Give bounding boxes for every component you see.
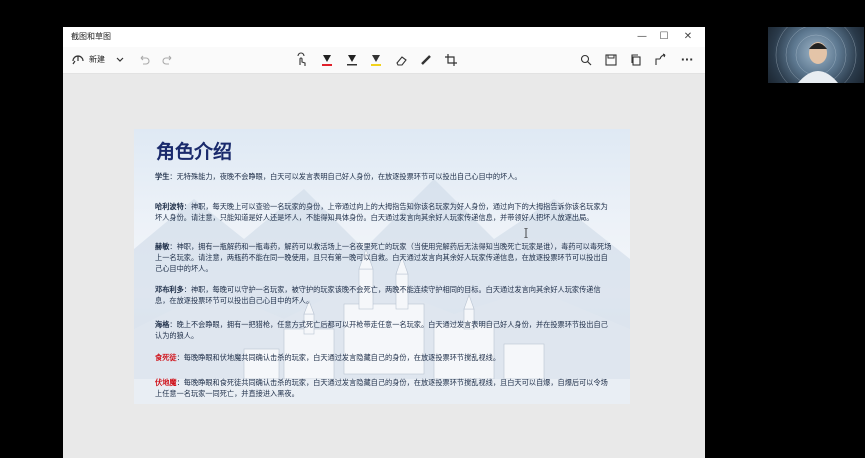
touch-writing-icon[interactable] <box>295 52 309 68</box>
role-description: ：晚上不会睁眼，拥有一把猎枪，任意方式死亡后都可以开枪带走任意一名玩家。白天通过… <box>155 320 608 340</box>
role-name: 食死徒 <box>155 353 177 362</box>
new-button[interactable]: 新建 <box>88 52 106 68</box>
undo-icon[interactable] <box>138 52 150 68</box>
ballpoint-pen-icon[interactable] <box>320 52 334 68</box>
role-death-eater: 食死徒：每晚睁眼和伏地魔共同确认击杀的玩家，白天通过发言隐藏自己的身份，在放逐投… <box>155 352 613 363</box>
role-harry-potter: 哈利波特：神职，每天晚上可以查验一名玩家的身份，上帝通过向上的大拇指告知你该名玩… <box>155 201 613 223</box>
title-bar: 截图和草图 — ☐ ✕ <box>63 27 705 47</box>
webcam-overlay <box>768 27 864 83</box>
role-hagrid: 海格：晚上不会睁眼，拥有一把猎枪，任意方式死亡后都可以开枪带走任意一名玩家。白天… <box>155 319 613 341</box>
role-voldemort: 伏地魔：每晚睁眼和食死徒共同确认击杀的玩家，白天通过发言隐藏自己的身份，在放逐投… <box>155 377 613 399</box>
pencil-icon[interactable] <box>345 52 359 68</box>
window-title: 截图和草图 <box>71 32 111 41</box>
role-name: 赫敏 <box>155 242 170 251</box>
more-icon[interactable]: ··· <box>679 52 695 68</box>
ruler-icon[interactable] <box>419 52 433 68</box>
role-description: ：每晚睁眼和伏地魔共同确认击杀的玩家，白天通过发言隐藏自己的身份，在放逐投票环节… <box>176 353 501 362</box>
zoom-icon[interactable] <box>579 52 593 68</box>
toolbar: 新建 ··· <box>63 47 705 74</box>
role-name: 哈利波特 <box>155 202 184 211</box>
new-snip-icon[interactable] <box>71 52 85 68</box>
role-name: 学生 <box>155 172 170 181</box>
image-canvas[interactable]: 角色介绍 学生：无特殊能力，夜晚不会睁眼，白天可以发言表明自己好人身份，在放逐投… <box>63 74 705 458</box>
crop-icon[interactable] <box>444 52 458 68</box>
snip-and-sketch-window: 截图和草图 — ☐ ✕ 新建 ··· 角色介绍 学生：无特殊能力，夜晚不会睁眼，… <box>63 27 705 458</box>
role-student: 学生：无特殊能力，夜晚不会睁眼，白天可以发言表明自己好人身份，在放逐投票环节可以… <box>155 171 613 182</box>
presenter-video <box>775 27 857 83</box>
slide-title: 角色介绍 <box>156 141 233 163</box>
role-description: ：神职，每天晚上可以查验一名玩家的身份，上帝通过向上的大拇指告知你该名玩家为好人… <box>155 202 608 222</box>
role-description: ：神职，拥有一瓶解药和一瓶毒药，解药可以救活场上一名夜里死亡的玩家（当使用完解药… <box>155 242 612 273</box>
role-description: ：神职，每晚可以守护一名玩家，被守护的玩家该晚不会死亡，两晚不能连续守护相同的目… <box>155 285 601 305</box>
close-button[interactable]: ✕ <box>679 30 697 44</box>
slide-image: 角色介绍 学生：无特殊能力，夜晚不会睁眼，白天可以发言表明自己好人身份，在放逐投… <box>134 129 630 404</box>
redo-icon[interactable] <box>162 52 174 68</box>
role-hermione: 赫敏：神职，拥有一瓶解药和一瓶毒药，解药可以救活场上一名夜里死亡的玩家（当使用完… <box>155 241 613 274</box>
role-description: ：无特殊能力，夜晚不会睁眼，白天可以发言表明自己好人身份，在放逐投票环节可以投出… <box>169 172 522 181</box>
copy-icon[interactable] <box>629 52 643 68</box>
role-name: 海格 <box>155 320 170 329</box>
chevron-down-icon[interactable] <box>115 52 125 68</box>
role-name: 邓布利多 <box>155 285 184 294</box>
save-icon[interactable] <box>604 52 618 68</box>
maximize-button[interactable]: ☐ <box>655 30 673 44</box>
role-description: ：每晚睁眼和食死徒共同确认击杀的玩家，白天通过发言隐藏自己的身份，在放逐投票环节… <box>155 378 608 398</box>
eraser-icon[interactable] <box>394 52 408 68</box>
highlighter-icon[interactable] <box>369 52 383 68</box>
minimize-button[interactable]: — <box>633 30 651 44</box>
text-cursor-icon <box>524 228 528 238</box>
share-icon[interactable] <box>654 52 668 68</box>
role-dumbledore: 邓布利多：神职，每晚可以守护一名玩家，被守护的玩家该晚不会死亡，两晚不能连续守护… <box>155 284 613 306</box>
role-name: 伏地魔 <box>155 378 177 387</box>
